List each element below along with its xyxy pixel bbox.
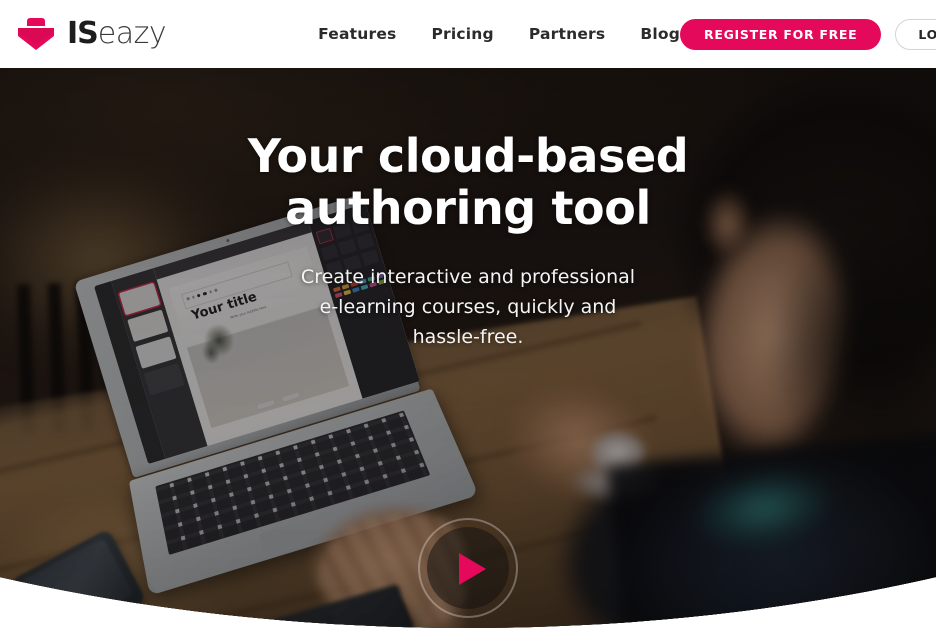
nav-item-features[interactable]: Features	[318, 25, 396, 43]
brand-wordmark: IS eazy	[67, 16, 167, 51]
nav-item-pricing[interactable]: Pricing	[431, 25, 493, 43]
brand-logo-link[interactable]: IS eazy	[14, 16, 167, 52]
hero-section: Your title Write your subtitle here	[0, 68, 936, 628]
header-actions: REGISTER FOR FREE LOG IN	[680, 18, 936, 50]
brand-wordmark-light: eazy	[97, 16, 167, 51]
play-triangle-icon	[459, 553, 486, 585]
nav-item-blog[interactable]: Blog	[640, 25, 680, 43]
site-header: IS eazy Features Pricing Partners Blog RE…	[0, 0, 936, 68]
brand-wordmark-bold: IS	[67, 16, 99, 51]
log-in-button[interactable]: LOG IN	[895, 18, 936, 50]
play-video-button[interactable]	[418, 518, 518, 618]
iseazy-book-mark-icon	[14, 16, 58, 52]
primary-nav: Features Pricing Partners Blog	[318, 25, 680, 43]
register-for-free-button[interactable]: REGISTER FOR FREE	[680, 18, 882, 50]
nav-item-partners[interactable]: Partners	[529, 25, 605, 43]
